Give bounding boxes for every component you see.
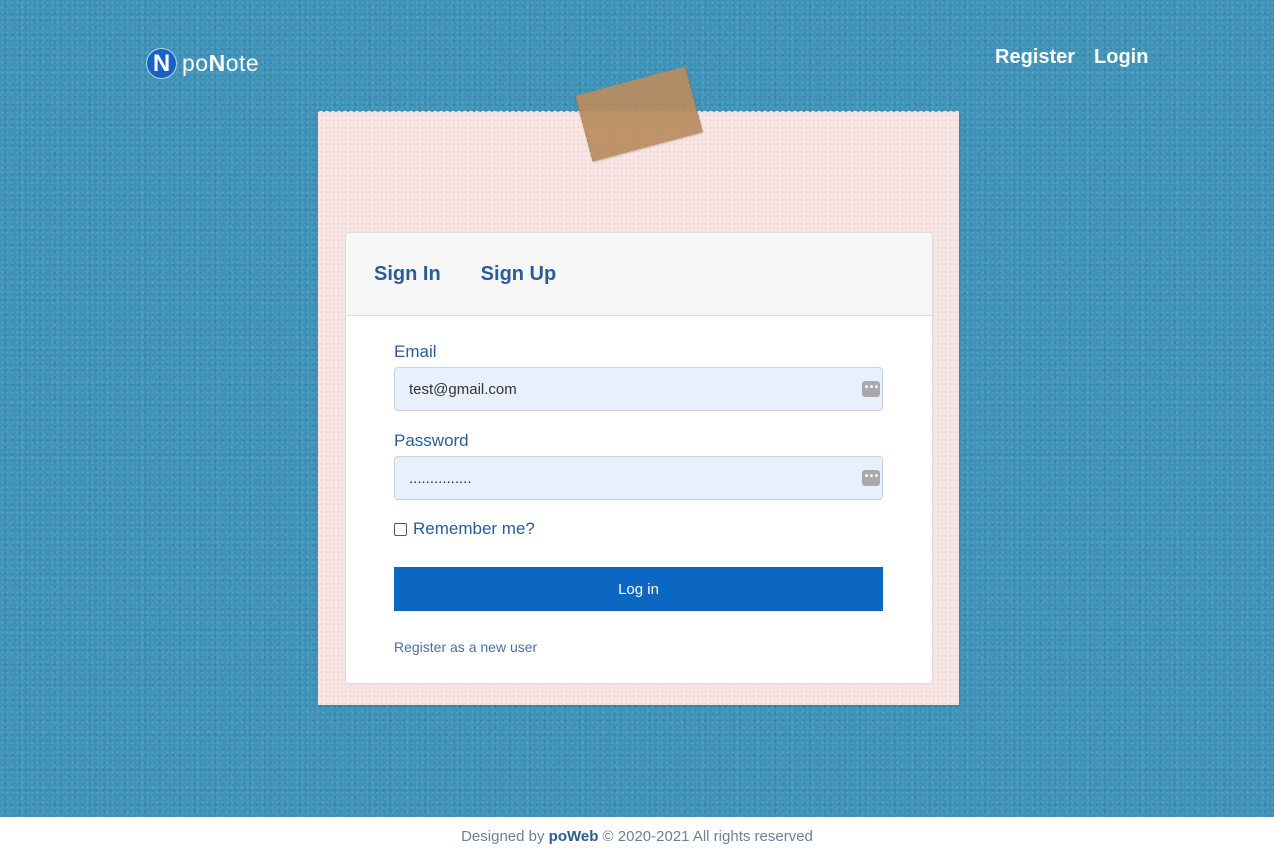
footer-prefix: Designed by — [461, 828, 545, 845]
register-new-user-link[interactable]: Register as a new user — [394, 639, 537, 655]
nav-links: Register Login — [995, 46, 1148, 69]
email-field-wrapper: ••• — [394, 367, 883, 411]
footer: Designed by poWeb © 2020-2021 All rights… — [0, 817, 1274, 862]
login-card: Sign In Sign Up Email ••• Password ••• R… — [345, 232, 933, 684]
email-field[interactable] — [395, 368, 849, 410]
login-form: Email ••• Password ••• Remember me? Log … — [394, 341, 884, 656]
footer-copyright: © 2020-2021 All rights reserved — [602, 828, 813, 845]
ponote-logo-icon: N — [147, 49, 176, 78]
remember-me-checkbox[interactable] — [394, 522, 407, 536]
brand-logo[interactable]: N poNote — [147, 49, 259, 78]
tab-sign-in[interactable]: Sign In — [374, 263, 441, 286]
card-header: Sign In Sign Up — [346, 233, 932, 316]
page: N poNote Register Login Sign In Sign Up … — [0, 0, 1274, 862]
password-field-wrapper: ••• — [394, 456, 883, 500]
tab-sign-up[interactable]: Sign Up — [481, 263, 557, 286]
remember-me-row: Remember me? — [394, 519, 884, 539]
hero-background: N poNote Register Login Sign In Sign Up … — [0, 0, 1274, 817]
brand-name: poNote — [182, 50, 260, 76]
password-field[interactable] — [395, 457, 849, 499]
email-label: Email — [394, 342, 437, 361]
footer-brand-link[interactable]: poWeb — [549, 828, 599, 845]
password-manager-key-icon[interactable]: ••• — [862, 470, 880, 486]
nav-register-link[interactable]: Register — [995, 46, 1075, 69]
remember-me-label[interactable]: Remember me? — [413, 519, 535, 539]
nav-login-link[interactable]: Login — [1094, 46, 1148, 69]
login-button[interactable]: Log in — [394, 567, 883, 611]
password-manager-key-icon[interactable]: ••• — [862, 381, 880, 397]
password-label: Password — [394, 431, 469, 450]
